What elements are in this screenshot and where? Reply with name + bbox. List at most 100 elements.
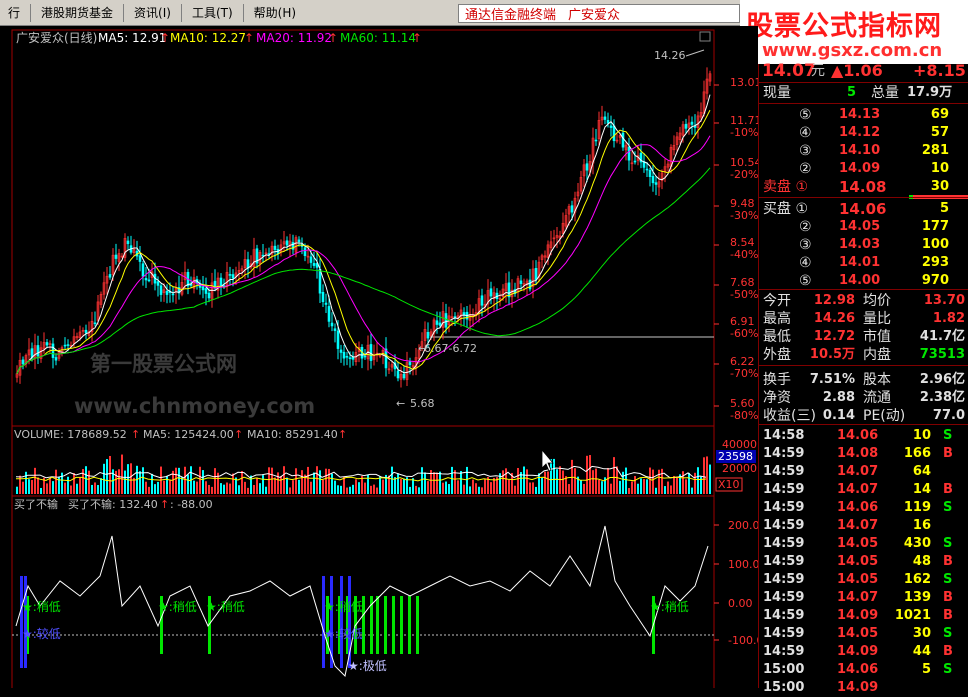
label-xianliang: 现量 <box>763 85 791 101</box>
stat-value: 13.70 <box>923 293 965 308</box>
app-title: 通达信金融终端 <box>465 8 557 23</box>
quote-change-pct: +8.15 <box>913 61 966 80</box>
buy-price: 14.05 <box>839 219 881 234</box>
menu-item-hk-futures[interactable]: 港股期货基金 <box>33 0 121 26</box>
tick-row: 14:59 14.09 1021 B <box>759 607 968 625</box>
indicator-tick: 0.00 <box>728 597 753 610</box>
legend-ma20: MA20: 11.92 <box>256 31 332 45</box>
annotation-range-arrow: ← <box>418 342 427 355</box>
window-title: 通达信金融终端 广安爱众 <box>458 4 740 23</box>
stat-label: 量比 <box>863 311 891 327</box>
stat-label: 均价 <box>863 293 891 309</box>
stat-label: 外盘 <box>763 347 791 363</box>
buy-volume: 293 <box>921 255 949 270</box>
svg-text:↑: ↑ <box>160 31 170 45</box>
tick-row: 14:58 14.06 10 S <box>759 427 968 445</box>
tick-price: 14.09 <box>837 680 879 695</box>
menu-item-tools[interactable]: 工具(T) <box>184 0 241 26</box>
tick-volume: 16 <box>912 518 931 533</box>
menu-separator <box>30 3 32 22</box>
indicator-label-low: ★:稍低 <box>324 600 363 614</box>
pct-tick: -30% <box>730 209 758 222</box>
chart-area[interactable]: 广安爱众(日线) MA5: 12.91 MA10: 12.27 MA20: 11… <box>0 26 758 688</box>
tick-volume: 10 <box>912 428 931 443</box>
menu-item-help[interactable]: 帮助(H) <box>246 0 304 26</box>
buy-volume: 5 <box>939 201 949 216</box>
legend-stock-name: 广安爱众(日线) <box>16 30 97 45</box>
sell-volume: 30 <box>930 179 949 194</box>
buy-price: 14.00 <box>839 273 881 288</box>
sell-level: ② <box>799 161 812 177</box>
indicator-legend-label: 买了不输: 132.40 <box>68 497 158 511</box>
stat-label: 市值 <box>863 329 891 345</box>
sell-volume: 57 <box>930 125 949 140</box>
buy-level: ④ <box>799 255 812 271</box>
tick-price: 14.07 <box>837 464 879 479</box>
volume-legend-ma10: MA10: 85291.40 <box>247 428 338 441</box>
legend-ma60: MA60: 11.14 <box>340 31 416 45</box>
pct-tick: -40% <box>730 248 758 261</box>
tick-volume: 430 <box>903 536 931 551</box>
volume-scale-label: X10 <box>718 478 740 491</box>
tick-time: 14:59 <box>763 572 805 587</box>
sell-price: 14.08 <box>839 178 887 196</box>
tick-row: 14:59 14.07 139 B <box>759 589 968 607</box>
svg-text:↑: ↑ <box>234 428 243 441</box>
quote-panel: 14.07 元 ▲1.06 +8.15 现量 5 总量 17.9万 ⑤ 14.13… <box>758 61 968 695</box>
tick-side: B <box>943 554 953 569</box>
tick-time: 15:00 <box>763 662 805 677</box>
chart-watermark-cn: 第一股票公式网 <box>90 352 237 376</box>
stat-row: 最低 12.72 市值 41.7亿 <box>759 328 968 346</box>
legend-ma10: MA10: 12.27 <box>170 31 246 45</box>
menu-separator <box>180 3 182 22</box>
stat-value: 12.98 <box>813 293 855 308</box>
tick-row: 14:59 14.05 162 S <box>759 571 968 589</box>
tick-row: 14:59 14.07 64 <box>759 463 968 481</box>
tick-price: 14.07 <box>837 518 879 533</box>
tick-price: 14.06 <box>837 428 879 443</box>
tick-side: S <box>943 662 953 677</box>
value-xianliang: 5 <box>847 85 857 100</box>
stat-value: 7.51% <box>809 372 855 387</box>
menu-item-news[interactable]: 资讯(I) <box>126 0 179 26</box>
tick-price: 14.09 <box>837 608 879 623</box>
tick-side: S <box>943 428 953 443</box>
buy-level: ⑤ <box>799 273 812 289</box>
stat-value: 41.7亿 <box>919 329 965 344</box>
indicator-label-low: ★:稍低 <box>650 600 689 614</box>
buy-price: 14.03 <box>839 237 881 252</box>
tick-time: 14:59 <box>763 500 805 515</box>
stat-value: 2.88 <box>822 390 855 405</box>
sell-row: ④ 14.12 57 <box>759 124 968 142</box>
stat-row: 换手 7.51% 股本 2.96亿 <box>759 371 968 389</box>
stat-value: 10.5万 <box>809 347 855 362</box>
stat-row: 收益(三) 0.14 PE(动) 77.0 <box>759 407 968 425</box>
sell-row: ③ 14.10 281 <box>759 142 968 160</box>
indicator-tick: 100.00 <box>728 558 758 571</box>
buy-volume: 100 <box>921 237 949 252</box>
tick-row: 14:59 14.05 48 B <box>759 553 968 571</box>
quote-price-row: 14.07 元 ▲1.06 +8.15 <box>759 60 968 82</box>
stat-label: PE(动) <box>863 408 906 424</box>
tick-time: 14:59 <box>763 626 805 641</box>
buy-price: 14.06 <box>839 200 887 218</box>
svg-text:↑: ↑ <box>412 31 422 45</box>
tick-price: 14.07 <box>837 590 879 605</box>
stat-label: 流通 <box>863 390 891 406</box>
tick-side: S <box>943 572 953 587</box>
sell-row: ② 14.09 10 <box>759 160 968 178</box>
tick-volume: 5 <box>921 662 931 677</box>
buy-row: 买盘 ① 14.06 5 <box>759 200 968 218</box>
tick-time: 14:59 <box>763 518 805 533</box>
volume-value-box-text: 23598 <box>718 450 753 463</box>
tick-time: 15:00 <box>763 680 805 695</box>
buy-volume: 970 <box>921 273 949 288</box>
buy-row: ⑤ 14.00 970 <box>759 272 968 290</box>
indicator-label-low: ★:稍低 <box>158 600 197 614</box>
tick-side: B <box>943 482 953 497</box>
stat-value: 14.26 <box>813 311 855 326</box>
sell-level: ③ <box>799 143 812 159</box>
menu-item-trade[interactable]: 行 <box>0 0 28 26</box>
menu-separator <box>123 3 125 22</box>
tick-volume: 139 <box>903 590 931 605</box>
